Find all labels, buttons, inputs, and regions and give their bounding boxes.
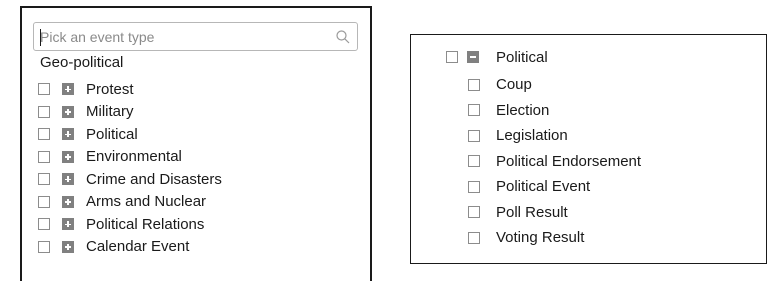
group-title: Geo-political xyxy=(40,54,124,71)
item-label: Poll Result xyxy=(496,203,568,221)
item-label: Election xyxy=(496,101,550,119)
list-item[interactable]: Calendar Event xyxy=(38,236,222,259)
expand-icon[interactable] xyxy=(62,128,74,141)
item-checkbox[interactable] xyxy=(38,83,50,96)
list-item[interactable]: Political Endorsement xyxy=(468,149,641,175)
list-item[interactable]: Protest xyxy=(38,78,222,101)
list-item[interactable]: Arms and Nuclear xyxy=(38,191,222,214)
item-checkbox[interactable] xyxy=(38,128,50,141)
expanded-category-panel: Political Coup Election Legislation Politic… xyxy=(410,34,767,264)
item-checkbox[interactable] xyxy=(38,195,50,208)
expand-icon[interactable] xyxy=(62,150,74,163)
expand-icon[interactable] xyxy=(62,218,74,231)
item-label: Calendar Event xyxy=(86,238,190,256)
item-checkbox[interactable] xyxy=(38,240,50,253)
item-label: Crime and Disasters xyxy=(86,170,222,188)
item-label: Political Endorsement xyxy=(496,152,642,170)
item-label: Legislation xyxy=(496,127,568,145)
list-item[interactable]: Election xyxy=(468,98,641,124)
list-item[interactable]: Environmental xyxy=(38,146,222,169)
list-item[interactable]: Political Event xyxy=(468,174,641,200)
item-checkbox[interactable] xyxy=(468,206,480,219)
item-checkbox[interactable] xyxy=(38,173,50,186)
category-checkbox[interactable] xyxy=(446,51,458,63)
expand-icon[interactable] xyxy=(62,105,74,118)
list-item[interactable]: Voting Result xyxy=(468,225,641,251)
event-type-picker-panel: Geo-political Protest Military Political En… xyxy=(20,6,372,281)
item-checkbox[interactable] xyxy=(468,155,480,168)
expand-icon[interactable] xyxy=(62,195,74,208)
item-label: Arms and Nuclear xyxy=(86,193,207,211)
event-category-list: Protest Military Political Environmental Cri… xyxy=(38,78,222,258)
item-label: Military xyxy=(86,103,134,121)
event-type-search-input[interactable] xyxy=(34,23,357,50)
search-box xyxy=(33,22,358,51)
collapse-icon[interactable] xyxy=(467,51,479,63)
list-item[interactable]: Military xyxy=(38,101,222,124)
text-cursor xyxy=(40,29,41,46)
item-label: Coup xyxy=(496,76,532,94)
list-item[interactable]: Political xyxy=(38,123,222,146)
category-row-political: Political xyxy=(446,46,548,68)
item-checkbox[interactable] xyxy=(38,218,50,231)
item-label: Voting Result xyxy=(496,229,585,247)
item-label: Environmental xyxy=(86,148,182,166)
item-checkbox[interactable] xyxy=(38,105,50,118)
item-checkbox[interactable] xyxy=(468,231,480,244)
item-checkbox[interactable] xyxy=(468,129,480,142)
list-item[interactable]: Coup xyxy=(468,72,641,98)
item-checkbox[interactable] xyxy=(468,180,480,193)
item-checkbox[interactable] xyxy=(38,150,50,163)
list-item[interactable]: Political Relations xyxy=(38,213,222,236)
list-item[interactable]: Crime and Disasters xyxy=(38,168,222,191)
item-checkbox[interactable] xyxy=(468,104,480,117)
list-item[interactable]: Poll Result xyxy=(468,200,641,226)
item-label: Political Event xyxy=(496,178,591,196)
expand-icon[interactable] xyxy=(62,240,74,253)
item-label: Protest xyxy=(86,80,134,98)
expand-icon[interactable] xyxy=(62,173,74,186)
list-item[interactable]: Legislation xyxy=(468,123,641,149)
expand-icon[interactable] xyxy=(62,83,74,96)
subcategory-list: Coup Election Legislation Political Endorse… xyxy=(468,72,641,251)
item-checkbox[interactable] xyxy=(468,78,480,91)
search-icon[interactable] xyxy=(335,29,351,45)
item-label: Political Relations xyxy=(86,215,205,233)
category-label: Political xyxy=(496,48,548,66)
item-label: Political xyxy=(86,125,138,143)
